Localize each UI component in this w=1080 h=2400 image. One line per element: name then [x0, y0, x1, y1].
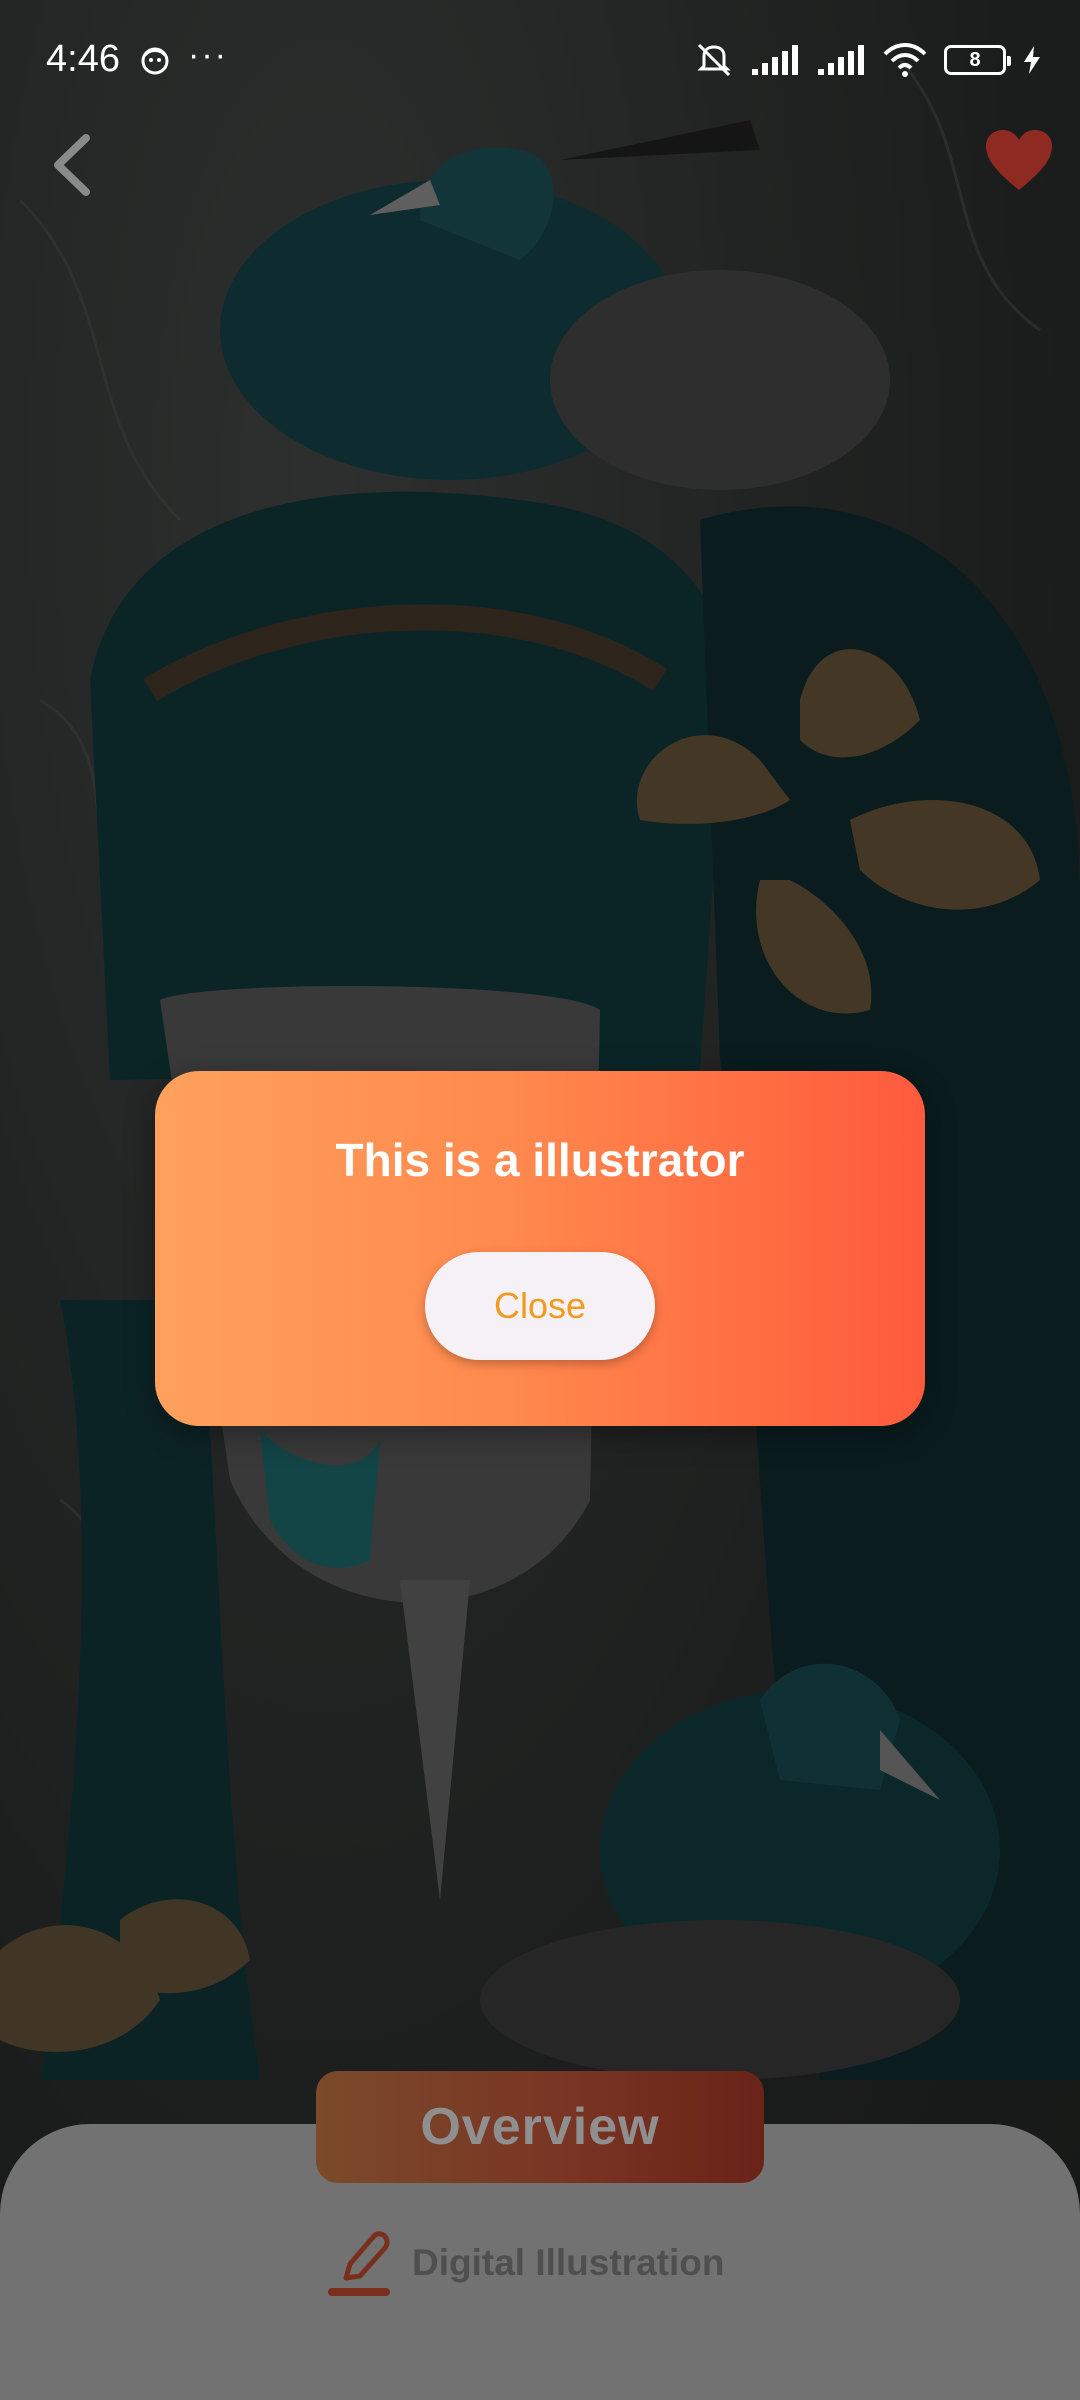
pencil-icon [328, 2231, 390, 2296]
battery-icon: 8 [944, 45, 1011, 75]
category-label: Digital Illustration [412, 2242, 725, 2283]
mute-icon [697, 43, 731, 77]
wifi-icon [883, 43, 927, 77]
signal-icon [752, 45, 798, 75]
face-icon [141, 47, 169, 75]
status-bar: 4:46 ··· 8 [0, 0, 1080, 120]
close-button[interactable]: Close [425, 1252, 655, 1360]
alert-dialog: This is a illustrator Close [155, 1071, 925, 1426]
overview-button[interactable]: Overview [316, 2071, 764, 2183]
category-row: Digital Illustration [326, 2228, 724, 2298]
heart-icon[interactable] [984, 128, 1054, 194]
dialog-title: This is a illustrator [335, 1134, 745, 1186]
status-time: 4:46 [46, 38, 120, 80]
charging-icon [1024, 46, 1040, 74]
battery-level: 8 [969, 48, 981, 71]
status-icons: 8 [694, 40, 1042, 80]
more-notifications: ··· [188, 36, 228, 74]
chevron-left-icon[interactable] [44, 130, 104, 200]
signal-icon [818, 45, 864, 75]
